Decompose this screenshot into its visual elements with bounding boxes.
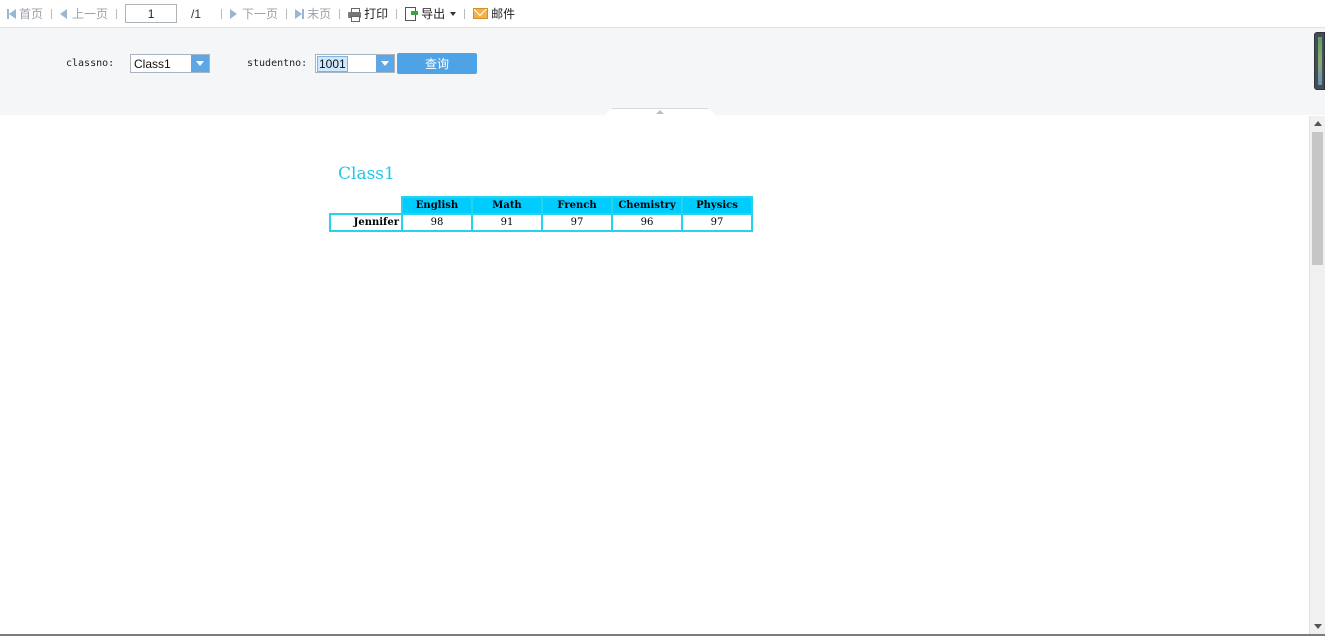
table-row: Jennifer 98 91 97 96 97 <box>329 213 753 232</box>
studentno-select[interactable]: 1001 <box>315 54 395 73</box>
chevron-down-icon <box>381 61 389 66</box>
grades-table: English Math French Chemistry Physics Je… <box>329 196 753 232</box>
classno-value: Class1 <box>134 57 171 71</box>
studentno-dropdown-button[interactable] <box>376 55 394 72</box>
export-label: 导出 <box>421 7 446 21</box>
prev-page-label: 上一页 <box>72 7 109 21</box>
chevron-down-icon <box>450 11 457 16</box>
scroll-up-icon[interactable] <box>1314 121 1322 126</box>
studentno-label: studentno: <box>247 58 308 69</box>
column-header: English <box>401 196 473 215</box>
last-page-button[interactable]: 末页 <box>293 0 333 27</box>
mail-icon <box>473 8 489 19</box>
classno-dropdown-button[interactable] <box>191 55 209 72</box>
student-name-cell: Jennifer <box>329 213 403 232</box>
export-icon <box>405 6 419 21</box>
toolbar-separator <box>116 8 118 19</box>
next-page-button[interactable]: 下一页 <box>228 0 280 27</box>
score-cell: 97 <box>681 213 753 232</box>
printer-icon <box>348 7 362 22</box>
query-button[interactable]: 查询 <box>397 53 477 74</box>
last-page-label: 末页 <box>307 7 332 21</box>
score-cell: 91 <box>471 213 543 232</box>
side-handle[interactable] <box>1314 32 1325 90</box>
last-page-arrow-icon <box>295 8 303 19</box>
chevron-down-icon <box>196 61 204 66</box>
table-corner-cell <box>330 197 402 214</box>
print-button[interactable]: 打印 <box>346 0 390 27</box>
parameter-panel: classno: Class1 studentno: 1001 查询 <box>0 28 1325 116</box>
toolbar-separator <box>51 8 53 19</box>
report-title: Class1 <box>338 164 395 184</box>
first-page-button[interactable]: 首页 <box>5 0 45 27</box>
next-page-label: 下一页 <box>242 7 279 21</box>
score-cell: 97 <box>541 213 613 232</box>
last-page-bar-icon <box>302 8 305 19</box>
chevron-up-icon <box>656 110 664 114</box>
prev-page-arrow-icon <box>60 8 68 19</box>
column-header: Chemistry <box>611 196 683 215</box>
mail-button[interactable]: 邮件 <box>471 0 517 27</box>
toolbar-separator <box>396 8 398 19</box>
toolbar-separator <box>286 8 288 19</box>
toolbar-separator <box>339 8 341 19</box>
score-cell: 96 <box>611 213 683 232</box>
scroll-down-icon[interactable] <box>1314 624 1322 629</box>
first-page-arrow-icon <box>9 8 16 19</box>
toolbar: 首页 上一页 /1 下一页 末页 打印 导出 邮件 <box>0 0 1325 28</box>
toolbar-separator <box>464 8 466 19</box>
next-page-arrow-icon <box>230 8 238 19</box>
scrollbar-thumb[interactable] <box>1312 132 1323 265</box>
column-header: French <box>541 196 613 215</box>
classno-label: classno: <box>66 58 115 69</box>
mail-label: 邮件 <box>491 7 516 21</box>
export-button[interactable]: 导出 <box>403 0 458 27</box>
studentno-value: 1001 <box>317 56 348 72</box>
column-header: Math <box>471 196 543 215</box>
page-number-input[interactable] <box>125 4 178 23</box>
print-label: 打印 <box>364 7 389 21</box>
classno-select[interactable]: Class1 <box>130 54 210 73</box>
report-area: Class1 English Math French Chemistry Phy… <box>0 116 1309 634</box>
collapse-panel-toggle[interactable] <box>603 108 717 116</box>
side-handle-strip <box>1318 37 1322 85</box>
vertical-scrollbar[interactable] <box>1309 116 1325 634</box>
prev-page-button[interactable]: 上一页 <box>58 0 110 27</box>
page-total: /1 <box>191 6 202 21</box>
column-header: Physics <box>681 196 753 215</box>
score-cell: 98 <box>401 213 473 232</box>
toolbar-separator <box>221 8 223 19</box>
table-header-row: English Math French Chemistry Physics <box>330 196 753 215</box>
first-page-label: 首页 <box>19 7 44 21</box>
